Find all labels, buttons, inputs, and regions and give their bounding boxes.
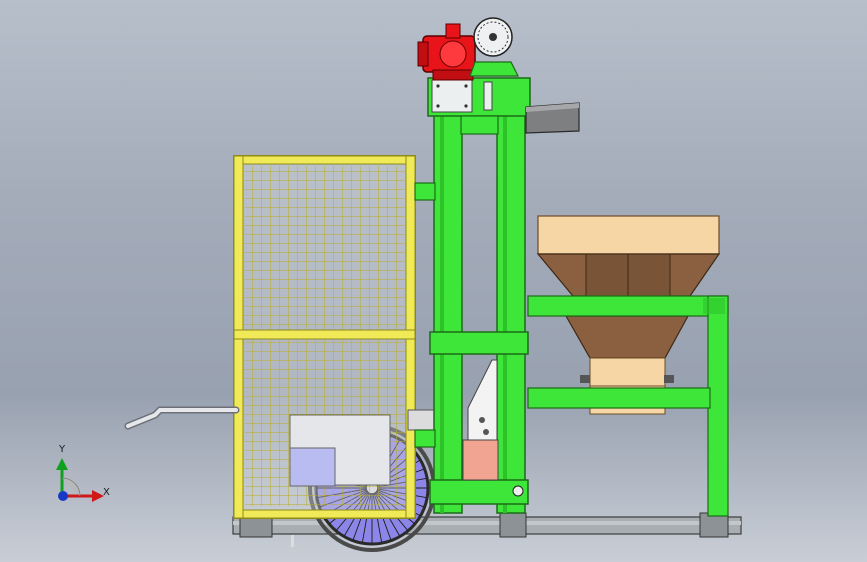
axis-triad <box>56 458 104 502</box>
machine-assembly-drawing <box>56 17 742 552</box>
axis-label-y: Y <box>59 444 66 455</box>
push-handle <box>124 406 240 430</box>
discharge-chute <box>525 102 580 134</box>
cad-viewport[interactable]: Y X <box>0 0 867 562</box>
axis-label-x: X <box>103 487 110 498</box>
drive-motor <box>417 23 476 81</box>
lift-carriage <box>462 359 499 481</box>
drive-sprocket <box>469 17 519 77</box>
